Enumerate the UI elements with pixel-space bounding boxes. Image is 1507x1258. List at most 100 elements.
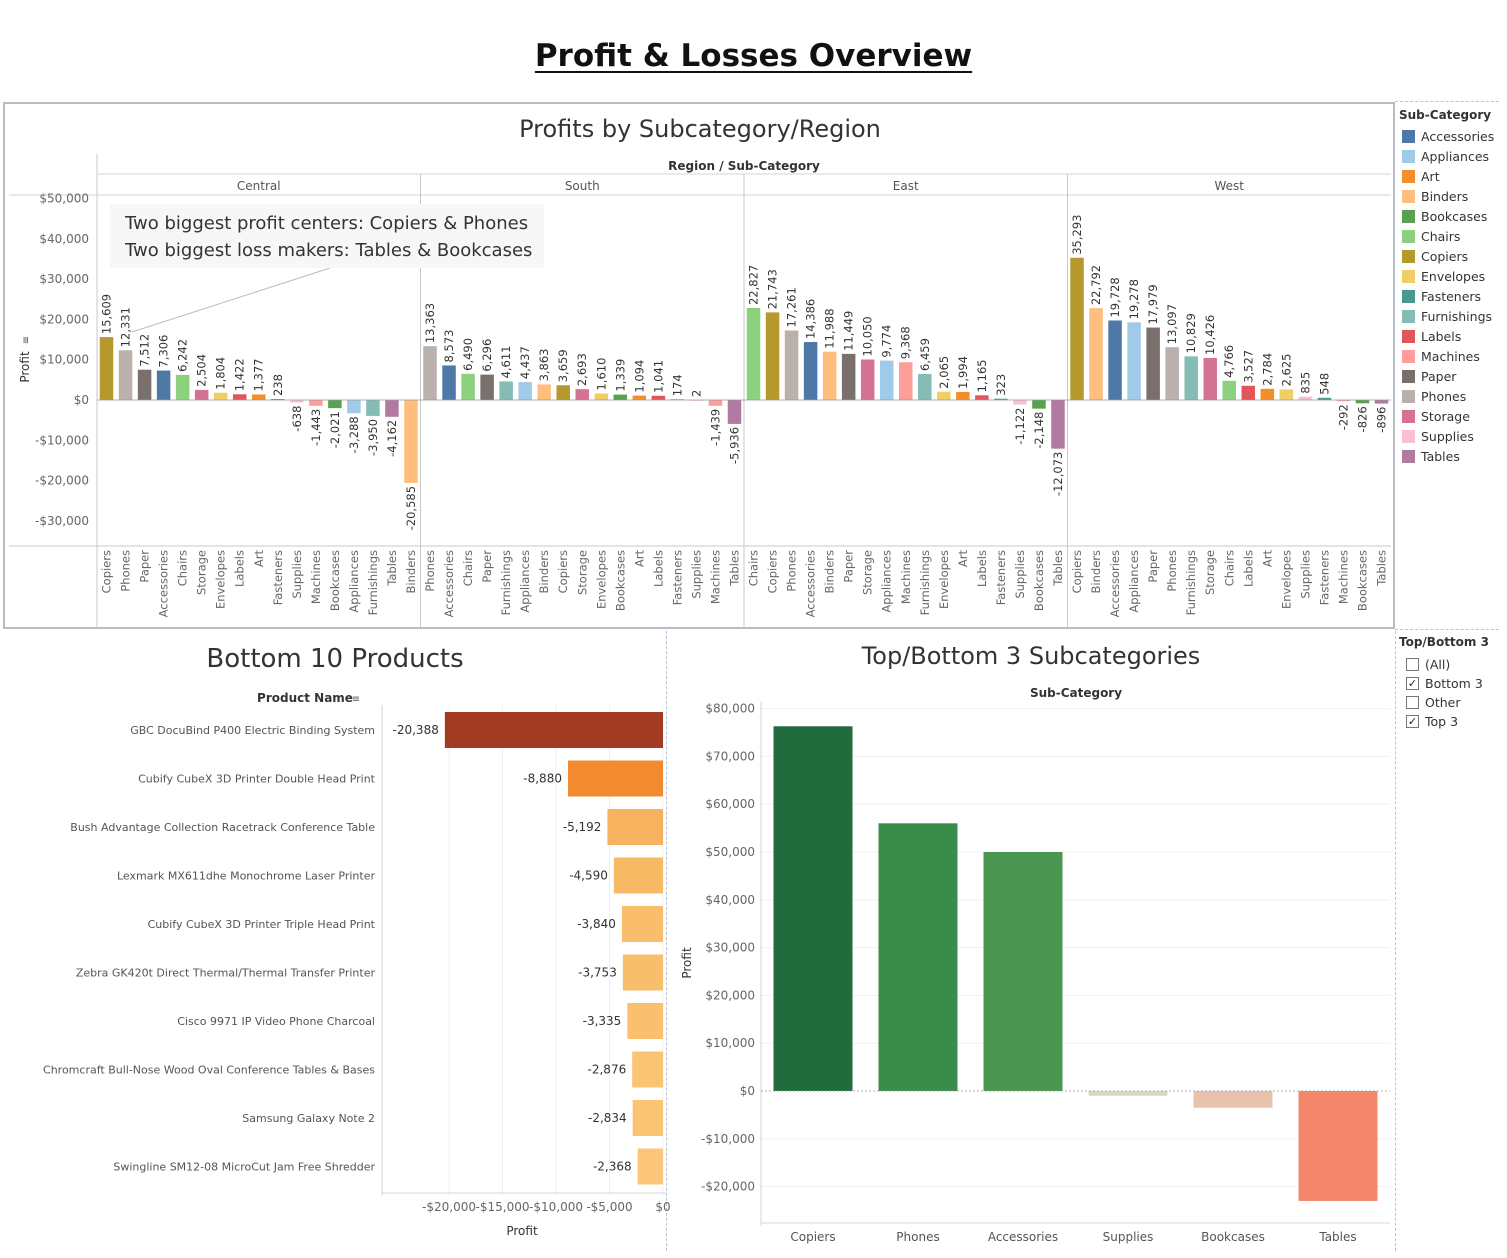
bar-central-phones[interactable] — [118, 350, 133, 400]
bar-central-binders[interactable] — [404, 400, 418, 483]
product-bar[interactable] — [567, 760, 663, 797]
bar-east-tables[interactable] — [1051, 400, 1065, 449]
bar-west-copiers[interactable] — [1070, 257, 1084, 400]
bar-south-bookcases[interactable] — [613, 394, 628, 400]
bar-east-furnishings[interactable] — [918, 373, 932, 400]
bar-south-labels[interactable] — [651, 395, 666, 400]
bar-south-copiers[interactable] — [556, 385, 570, 400]
sort-icon[interactable]: ≡ — [352, 694, 360, 705]
product-bar[interactable] — [632, 1100, 663, 1136]
product-bar[interactable] — [613, 857, 663, 894]
bar-east-copiers[interactable] — [765, 312, 780, 400]
legend-item[interactable]: Labels — [1399, 326, 1504, 346]
product-bar[interactable] — [627, 1003, 663, 1039]
bar-south-furnishings[interactable] — [499, 381, 513, 400]
checkbox-unchecked-icon[interactable] — [1406, 658, 1419, 671]
bar-central-accessories[interactable] — [156, 370, 171, 400]
bar-south-paper[interactable] — [480, 374, 494, 400]
bar-south-art[interactable] — [632, 395, 647, 400]
bar-east-storage[interactable] — [860, 359, 875, 400]
bar-south-phones[interactable] — [423, 346, 437, 400]
bar-south-machines[interactable] — [708, 400, 723, 406]
bar-west-appliances[interactable] — [1127, 322, 1141, 400]
bar-south-chairs[interactable] — [461, 373, 475, 400]
product-bar[interactable] — [607, 809, 663, 845]
product-bar[interactable] — [632, 1051, 663, 1088]
bar-west-chairs[interactable] — [1222, 380, 1237, 400]
bar-east-envelopes[interactable] — [937, 391, 951, 400]
bar-south-envelopes[interactable] — [594, 393, 609, 400]
bar-west-labels[interactable] — [1241, 385, 1256, 400]
checkbox-checked-icon[interactable]: ✓ — [1406, 677, 1419, 690]
legend-item[interactable]: Bookcases — [1399, 206, 1504, 226]
subcategory-bar-phones[interactable] — [878, 823, 958, 1091]
legend-item[interactable]: Chairs — [1399, 226, 1504, 246]
bar-west-tables[interactable] — [1374, 400, 1389, 404]
bar-central-furnishings[interactable] — [366, 400, 380, 416]
bar-west-storage[interactable] — [1203, 357, 1217, 400]
legend-item[interactable]: Accessories — [1399, 126, 1504, 146]
legend-item[interactable]: Art — [1399, 166, 1504, 186]
subcategory-bar-supplies[interactable] — [1088, 1091, 1168, 1096]
bar-central-storage[interactable] — [194, 389, 209, 400]
legend-item[interactable]: Phones — [1399, 386, 1504, 406]
filter-option[interactable]: ✓ Bottom 3 — [1399, 674, 1504, 693]
bar-east-art[interactable] — [956, 391, 970, 400]
subcategory-bar-bookcases[interactable] — [1193, 1091, 1273, 1108]
legend-item[interactable]: Appliances — [1399, 146, 1504, 166]
bar-west-phones[interactable] — [1165, 347, 1179, 400]
legend-item[interactable]: Supplies — [1399, 426, 1504, 446]
bar-central-chairs[interactable] — [175, 374, 190, 400]
bar-south-appliances[interactable] — [518, 382, 532, 400]
checkbox-unchecked-icon[interactable] — [1406, 696, 1419, 709]
bar-central-art[interactable] — [252, 394, 266, 400]
bar-south-binders[interactable] — [537, 384, 551, 400]
legend-item[interactable]: Binders — [1399, 186, 1504, 206]
bar-east-paper[interactable] — [841, 353, 856, 400]
legend-item[interactable]: Fasteners — [1399, 286, 1504, 306]
bar-west-supplies[interactable] — [1298, 396, 1313, 400]
bar-west-accessories[interactable] — [1108, 320, 1122, 400]
checkbox-checked-icon[interactable]: ✓ — [1406, 715, 1419, 728]
bar-east-phones[interactable] — [784, 330, 799, 400]
legend-item[interactable]: Storage — [1399, 406, 1504, 426]
product-bar[interactable] — [444, 712, 663, 748]
filter-option[interactable]: Other — [1399, 693, 1504, 712]
sort-icon[interactable]: ≡ — [21, 336, 32, 344]
bar-east-binders[interactable] — [822, 351, 837, 400]
bar-west-bookcases[interactable] — [1355, 400, 1370, 404]
bar-east-labels[interactable] — [975, 395, 989, 400]
bar-west-paper[interactable] — [1146, 327, 1160, 400]
bar-west-art[interactable] — [1260, 388, 1275, 400]
subcategory-bar-accessories[interactable] — [983, 852, 1063, 1091]
bar-west-binders[interactable] — [1089, 308, 1103, 400]
bar-east-bookcases[interactable] — [1032, 400, 1046, 409]
legend-item[interactable]: Furnishings — [1399, 306, 1504, 326]
filter-option[interactable]: ✓ Top 3 — [1399, 712, 1504, 731]
bar-central-paper[interactable] — [137, 369, 152, 400]
bar-central-labels[interactable] — [232, 394, 247, 400]
filter-option[interactable]: (All) — [1399, 655, 1504, 674]
bar-central-machines[interactable] — [309, 400, 323, 406]
bar-south-accessories[interactable] — [442, 365, 456, 400]
bar-east-machines[interactable] — [899, 362, 913, 400]
bar-south-storage[interactable] — [575, 389, 590, 400]
product-bar[interactable] — [637, 1148, 663, 1185]
bar-central-copiers[interactable] — [99, 337, 114, 400]
bar-central-envelopes[interactable] — [213, 392, 228, 400]
bar-east-appliances[interactable] — [879, 360, 894, 400]
subcategory-bar-tables[interactable] — [1298, 1091, 1378, 1201]
product-bar[interactable] — [622, 954, 663, 991]
legend-item[interactable]: Envelopes — [1399, 266, 1504, 286]
bar-west-furnishings[interactable] — [1184, 356, 1198, 400]
legend-item[interactable]: Machines — [1399, 346, 1504, 366]
bar-east-supplies[interactable] — [1013, 400, 1027, 405]
bar-south-tables[interactable] — [727, 400, 742, 424]
legend-item[interactable]: Copiers — [1399, 246, 1504, 266]
bar-east-chairs[interactable] — [746, 308, 761, 400]
legend-item[interactable]: Paper — [1399, 366, 1504, 386]
subcategory-bar-copiers[interactable] — [773, 726, 853, 1091]
legend-item[interactable]: Tables — [1399, 446, 1504, 466]
bar-central-tables[interactable] — [385, 400, 399, 417]
bar-central-bookcases[interactable] — [328, 400, 342, 409]
